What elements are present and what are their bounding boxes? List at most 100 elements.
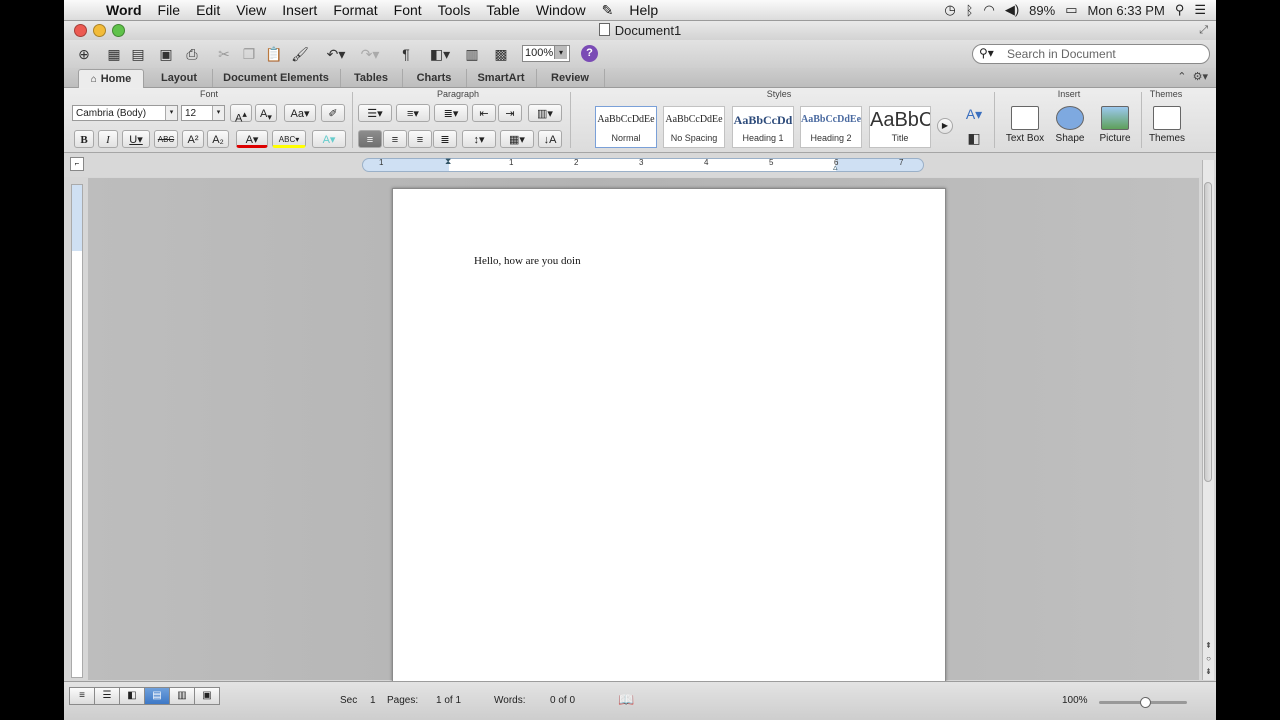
tab-layout[interactable]: Layout [146,69,213,87]
new-document-icon[interactable]: ⊕ [72,44,96,64]
tab-charts[interactable]: Charts [402,69,467,87]
horizontal-ruler[interactable]: 1 1 2 3 4 5 6 7 ⧗ ▵ [362,156,924,172]
clear-formatting-button[interactable]: ✐ [321,104,345,122]
notebook-view-icon[interactable]: ▥ [169,687,195,705]
menu-tools[interactable]: Tools [430,2,479,18]
indent-marker-icon[interactable]: ⧗ [445,156,451,167]
tab-tables[interactable]: Tables [340,69,403,87]
menu-file[interactable]: File [150,2,189,18]
style-no-spacing[interactable]: AaBbCcDdEe No Spacing [663,106,725,148]
grow-font-button[interactable]: A▴ [230,104,252,125]
draft-view-icon[interactable]: ≡ [69,687,95,705]
line-spacing-button[interactable]: ↕▾ [462,130,496,148]
columns-button[interactable]: ▥▾ [528,104,562,122]
wifi-icon[interactable]: ◠ [983,2,994,18]
menu-help[interactable]: Help [621,2,666,18]
clock[interactable]: Mon 6:33 PM [1087,3,1164,18]
menu-insert[interactable]: Insert [274,2,325,18]
battery-percent[interactable]: 89% [1029,3,1055,18]
superscript-button[interactable]: A² [182,130,204,148]
menu-edit[interactable]: Edit [188,2,228,18]
vertical-ruler[interactable] [71,184,83,678]
sidebar-icon[interactable]: ◧▾ [426,44,454,64]
italic-button[interactable]: I [98,130,118,148]
cut-icon[interactable]: ✂ [214,44,234,64]
font-color-button[interactable]: A▾ [236,130,268,148]
outline-view-icon[interactable]: ☰ [94,687,120,705]
styles-next-icon[interactable]: ▶ [937,118,953,134]
style-title[interactable]: AaBbC Title [869,106,931,148]
quick-styles-icon[interactable]: A▾ [962,104,986,124]
shape-button[interactable]: Shape [1047,106,1093,144]
help-button[interactable]: ? [581,45,598,62]
shrink-font-button[interactable]: A▾ [255,104,277,122]
align-center-button[interactable]: ≡ [383,130,407,148]
style-heading-2[interactable]: AaBbCcDdEe Heading 2 [800,106,862,148]
save-icon[interactable]: ▣ [156,44,176,64]
scrollbar-thumb[interactable] [1204,182,1212,482]
tab-home[interactable]: ⌂ Home [78,69,144,88]
fullscreen-icon[interactable]: ⤢ [1199,24,1208,37]
bluetooth-icon[interactable]: ᛒ [966,3,974,18]
battery-icon[interactable]: ▭ [1065,2,1077,18]
align-left-button[interactable]: ≡ [358,130,382,148]
tab-document-elements[interactable]: Document Elements [212,69,341,87]
volume-icon[interactable]: ◀) [1005,2,1019,18]
copy-icon[interactable]: ❐ [239,44,259,64]
tab-selector-icon[interactable]: ⌐ [70,157,84,171]
format-painter-icon[interactable]: 🖌 [290,44,310,64]
style-heading-1[interactable]: AaBbCcDd Heading 1 [732,106,794,148]
zoom-slider[interactable] [1099,697,1187,708]
print-layout-view-icon[interactable]: ▤ [144,687,170,705]
text-effects-button[interactable]: A▾ [312,130,346,148]
change-case-button[interactable]: Aa▾ [284,104,316,122]
document-page[interactable]: Hello, how are you doin [392,188,946,690]
menu-window[interactable]: Window [528,2,594,18]
toolbox-icon[interactable]: ▥ [462,44,482,64]
subscript-button[interactable]: A₂ [207,130,229,148]
spotlight-icon[interactable]: ⚲ [1175,2,1185,18]
search-field[interactable]: ⚲▾ Search in Document [972,44,1210,64]
align-right-button[interactable]: ≡ [408,130,432,148]
multilevel-list-button[interactable]: ≣▾ [434,104,468,122]
bold-button[interactable]: B [74,130,94,148]
sort-button[interactable]: ↓A [538,130,562,148]
time-machine-icon[interactable]: ◷ [944,2,955,18]
styles-pane-icon[interactable]: ◧ [962,128,986,148]
publishing-view-icon[interactable]: ◧ [119,687,145,705]
menu-font[interactable]: Font [386,2,430,18]
zoom-dropdown-icon[interactable]: ▾ [554,46,567,59]
picture-button[interactable]: Picture [1092,106,1138,144]
paste-icon[interactable]: 📋 [264,44,284,64]
borders-button[interactable]: ▦▾ [500,130,534,148]
vertical-scrollbar[interactable]: ⇞ ○ ⇟ [1202,160,1214,680]
tab-smartart[interactable]: SmartArt [466,69,537,87]
decrease-indent-button[interactable]: ⇤ [472,104,496,122]
previous-page-icon[interactable]: ⇞ [1203,640,1214,652]
proofing-icon[interactable]: 📖 [618,692,634,708]
menu-format[interactable]: Format [325,2,385,18]
gallery-icon[interactable]: ▦ [104,44,124,64]
focus-view-icon[interactable]: ▣ [194,687,220,705]
highlight-button[interactable]: ABC▾ [272,130,306,148]
show-formatting-icon[interactable]: ¶ [398,44,414,64]
collapse-ribbon-icon[interactable]: ⌃ [1177,71,1186,83]
script-menu-icon[interactable]: ✎ [594,2,622,19]
increase-indent-button[interactable]: ⇥ [498,104,522,122]
list-icon[interactable]: ☰ [1194,2,1206,18]
media-browser-icon[interactable]: ▩ [490,44,512,64]
zoom-slider-knob[interactable] [1140,697,1151,708]
font-size-combo[interactable]: 12 ▾ [181,105,225,121]
redo-icon[interactable]: ↷▾ [356,44,384,64]
bullets-button[interactable]: ☰▾ [358,104,392,122]
menu-table[interactable]: Table [478,2,527,18]
undo-icon[interactable]: ↶▾ [322,44,350,64]
browse-object-icon[interactable]: ○ [1203,653,1214,665]
justify-button[interactable]: ≣ [433,130,457,148]
document-text[interactable]: Hello, how are you doin [474,255,581,267]
strikethrough-button[interactable]: ABC [154,130,178,148]
ribbon-settings-icon[interactable]: ⚙▾ [1193,71,1208,83]
open-icon[interactable]: ▤ [128,44,148,64]
text-box-button[interactable]: Text Box [1002,106,1048,144]
menu-view[interactable]: View [228,2,274,18]
